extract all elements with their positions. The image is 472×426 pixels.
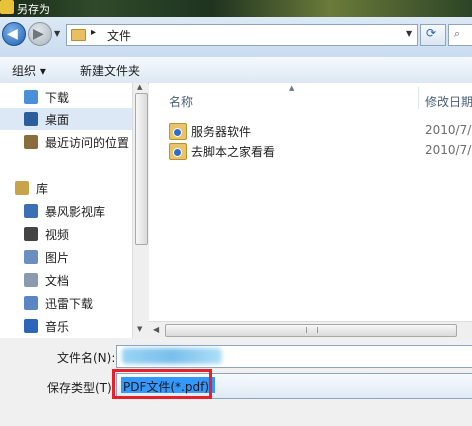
sidebar-item-desktop[interactable]: 桌面 [0,108,132,130]
file-list: ▲ 名称 修改日期 服务器软件 2010/7/2 去脚本之家看看 2010/7/… [149,83,472,338]
column-header-date[interactable]: 修改日期 [425,93,472,110]
toolbar: 组织 ▾ 新建文件夹 [0,57,472,84]
sidebar-item-label: 暴风影视库 [45,205,106,219]
column-divider[interactable] [418,87,419,109]
file-name: 去脚本之家看看 [191,145,276,159]
recent-places-icon [24,135,38,149]
address-bar[interactable]: ▸ 文件 ▼ [66,24,418,46]
refresh-icon: ⟳ [426,26,437,40]
scrollbar-thumb[interactable] [165,324,457,337]
list-item[interactable]: 去脚本之家看看 2010/7/2 [169,140,472,160]
file-date: 2010/7/2 [425,143,472,157]
search-icon: ⌕ [454,27,461,40]
sort-ascending-icon: ▲ [289,84,295,92]
sidebar-item-label: 文档 [45,274,70,288]
refresh-button[interactable]: ⟳ [420,24,446,46]
folder-icon [71,29,86,41]
desktop-icon [24,112,38,126]
app-icon [0,0,14,14]
sidebar-item-documents[interactable]: 文档 [0,269,132,291]
forward-button[interactable]: ▶ [28,22,52,46]
shortcut-icon [169,143,187,160]
horizontal-scrollbar[interactable]: ◀ [149,321,472,339]
sidebar-item-label: 库 [36,182,49,196]
list-item[interactable]: 服务器软件 2010/7/2 [169,120,472,140]
scroll-down-icon[interactable]: ▼ [137,325,142,333]
organize-button[interactable]: 组织 ▾ [12,62,46,79]
scroll-up-icon[interactable]: ▲ [137,83,142,91]
sidebar-item-recent-places[interactable]: 最近访问的位置 [0,131,132,153]
file-name: 服务器软件 [191,125,252,139]
sidebar-item-libraries[interactable]: 库 [0,177,132,199]
library-icon [15,181,29,195]
sidebar-item-label: 音乐 [45,320,70,334]
thunder-download-icon [24,296,38,310]
back-arrow-icon: ◀ [7,26,18,42]
address-dropdown-icon[interactable]: ▼ [406,29,412,38]
title-bar: 另存为 [0,0,472,17]
scrollbar-thumb[interactable] [135,93,148,245]
recent-pages-dropdown[interactable]: ▼ [54,29,60,38]
sidebar-item-video-library[interactable]: 暴风影视库 [0,200,132,222]
filename-label: 文件名(N): [57,351,116,365]
navigation-bar: ◀ ▶ ▼ ▸ 文件 ▼ ⟳ ⌕ [0,17,472,57]
breadcrumb-arrow-icon[interactable]: ▸ [91,27,96,38]
navigation-pane: 下载 桌面 最近访问的位置 库 暴风影视库 视频 图片 文档 迅雷下载 音乐 ▲… [0,83,148,338]
sidebar-item-pictures[interactable]: 图片 [0,246,132,268]
video-library-icon [24,204,38,218]
sidebar-item-label: 桌面 [45,113,70,127]
grip-icon [306,327,318,333]
sidebar-item-label: 视频 [45,228,70,242]
new-folder-button[interactable]: 新建文件夹 [80,62,140,79]
sidebar-item-label: 最近访问的位置 [45,136,130,150]
highlight-annotation [112,369,212,399]
shortcut-icon [169,123,187,140]
sidebar-item-label: 迅雷下载 [45,297,94,311]
documents-icon [24,273,38,287]
column-header-name[interactable]: 名称 [169,93,193,110]
music-icon [24,319,38,333]
breadcrumb-item[interactable]: 文件 [107,27,131,44]
sidebar-item-thunder-downloads[interactable]: 迅雷下载 [0,292,132,314]
sidebar-item-downloads[interactable]: 下载 [0,86,132,108]
blurred-filename [122,348,222,364]
window-title: 另存为 [17,3,50,16]
file-date: 2010/7/2 [425,123,472,137]
save-form: 文件名(N): 保存类型(T): PDF文件(*.pdf) [0,338,472,426]
forward-arrow-icon: ▶ [33,26,44,42]
search-input[interactable]: ⌕ [448,24,472,46]
video-icon [24,227,38,241]
sidebar-scrollbar[interactable]: ▲ ▼ [132,83,148,338]
sidebar-item-label: 下载 [45,91,70,105]
pictures-icon [24,250,38,264]
filetype-label: 保存类型(T): [47,381,116,395]
scroll-left-icon[interactable]: ◀ [153,325,159,334]
back-button[interactable]: ◀ [2,22,26,46]
sidebar-item-music[interactable]: 音乐 [0,315,132,337]
filename-field[interactable] [116,345,472,368]
download-folder-icon [24,90,38,104]
sidebar-item-label: 图片 [45,251,70,265]
sidebar-item-videos[interactable]: 视频 [0,223,132,245]
